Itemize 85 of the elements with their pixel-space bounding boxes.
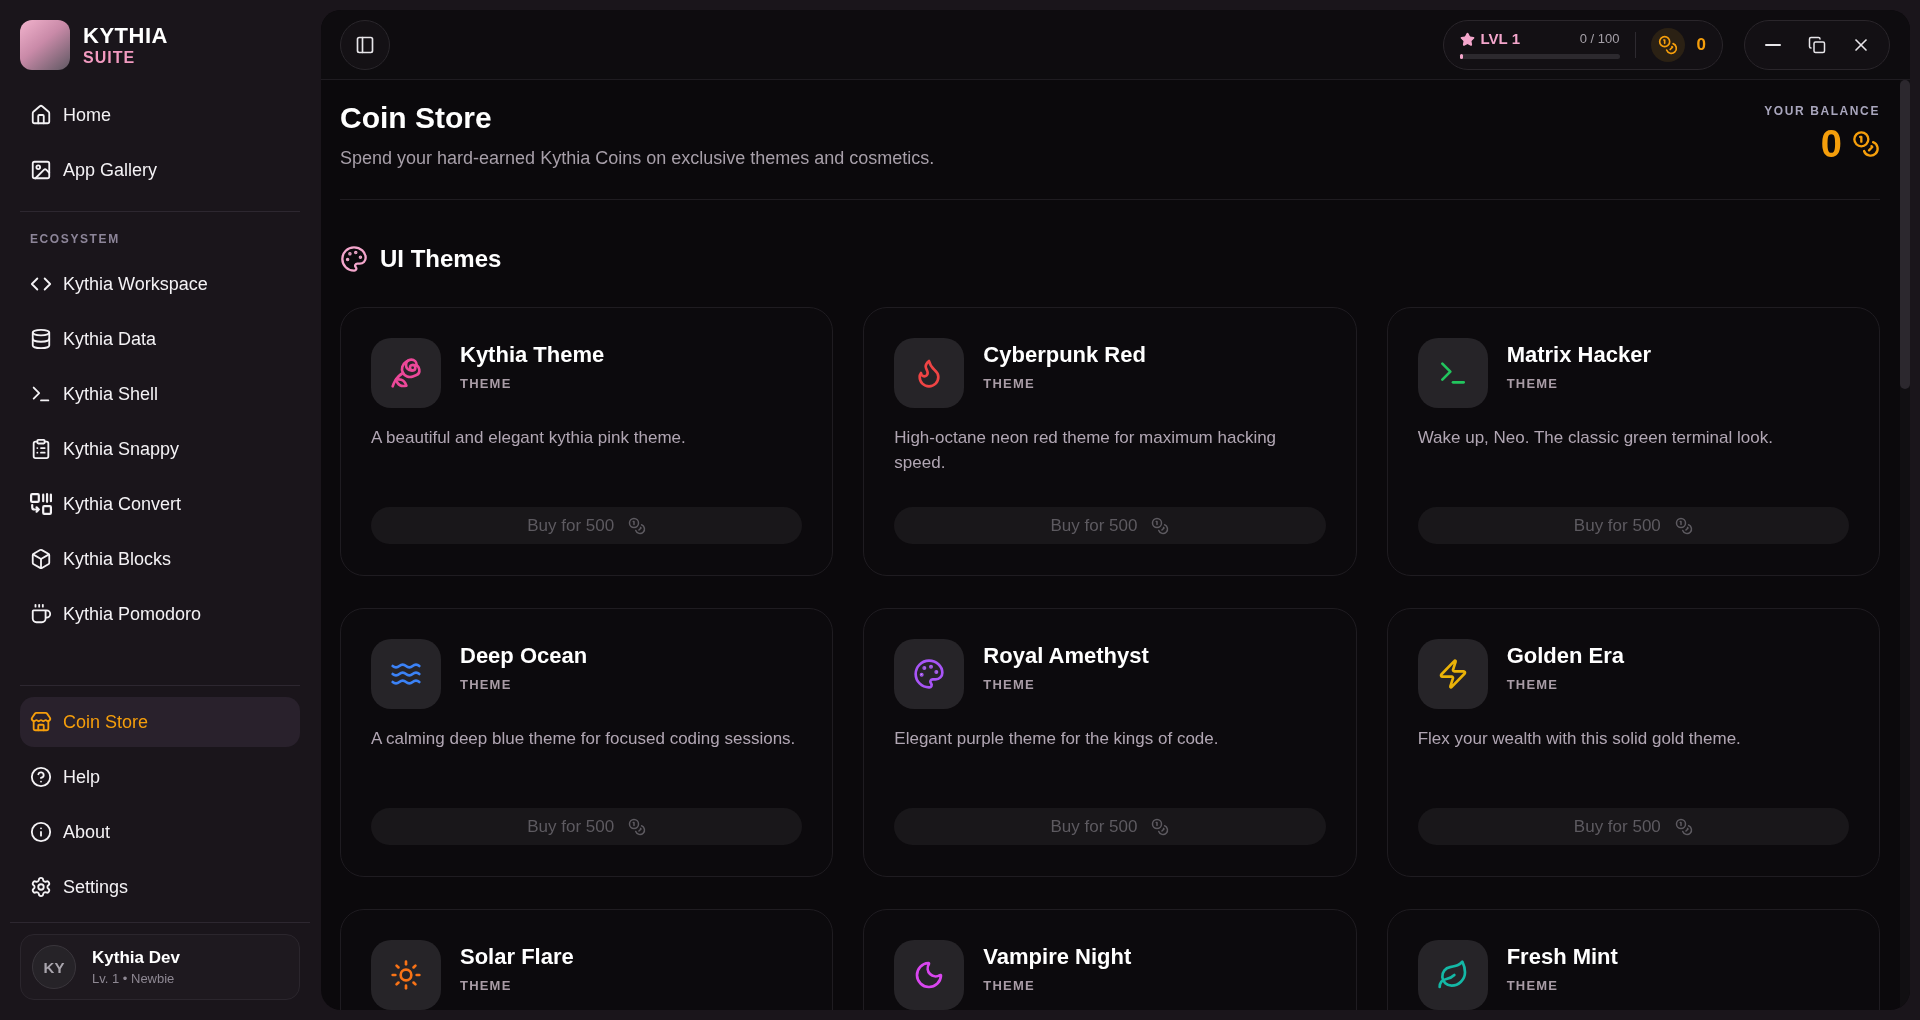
user-avatar: KY: [32, 945, 76, 989]
theme-description: Elegant purple theme for the kings of code.: [894, 728, 1220, 750]
coins-icon: [1674, 516, 1693, 535]
clipboard-icon: [30, 438, 52, 460]
user-name: Kythia Dev: [92, 947, 180, 968]
logo-picture-placeholder: [20, 20, 70, 70]
scrollbar-thumb[interactable]: [1900, 80, 1910, 389]
theme-name: Royal Amethyst: [983, 642, 1149, 670]
theme-type-label: THEME: [460, 677, 512, 693]
home-icon: [30, 104, 52, 126]
theme-description: High-octane neon red theme for maximum hacking speed.: [894, 427, 1278, 474]
page-title: Coin Store: [340, 100, 492, 136]
image-icon: [30, 159, 52, 181]
theme-description: A calming deep blue theme for focused coding sessions.: [371, 728, 797, 750]
sidebar-item[interactable]: Kythia Pomodoro: [20, 589, 300, 639]
brand-title: KYTHIA: [83, 24, 168, 47]
coins-icon: [628, 817, 647, 836]
sidebar-item[interactable]: Kythia Workspace: [20, 259, 300, 309]
sidebar-item[interactable]: Kythia Snappy: [20, 424, 300, 474]
xp-progress-text: 0 / 100: [1579, 31, 1620, 47]
coins-icon: [628, 516, 647, 535]
theme-type-label: THEME: [1506, 376, 1559, 392]
theme-name: Deep Ocean: [460, 642, 588, 670]
user-card[interactable]: KY Kythia Dev Lv. 1 • Newbie: [20, 934, 300, 1000]
panel-left-icon: [355, 34, 375, 55]
info-icon: [30, 821, 52, 843]
sidebar-item[interactable]: Settings: [20, 862, 300, 912]
lightning-icon: [1417, 639, 1488, 709]
sidebar-item[interactable]: About: [20, 807, 300, 857]
theme-type-label: THEME: [983, 677, 1035, 693]
page-subtitle: Spend your hard-earned Kythia Coins on exclusive themes and cosmetics.: [340, 147, 935, 170]
sidebar-item[interactable]: Coin Store: [20, 697, 300, 747]
balance-value: 0: [1820, 122, 1842, 166]
coins-icon: [1151, 817, 1170, 836]
restore-icon: [1808, 35, 1826, 54]
theme-description: Wake up, Neo. The classic green terminal look.: [1417, 427, 1774, 449]
level-label: LVL 1: [1480, 30, 1520, 48]
theme-type-label: THEME: [1506, 978, 1559, 994]
cube-icon: [30, 548, 52, 570]
section-label: ECOSYSTEM: [30, 231, 120, 248]
sidebar-toggle-button[interactable]: [340, 19, 390, 70]
minimize-icon: [1765, 43, 1781, 46]
theme-type-label: THEME: [460, 376, 512, 392]
sidebar-item[interactable]: Kythia Shell: [20, 369, 300, 419]
balance-label: YOUR BALANCE: [1764, 103, 1880, 119]
theme-name: Vampire Night: [983, 943, 1132, 971]
cup-icon: [30, 603, 52, 625]
terminal-icon: [1417, 338, 1488, 408]
theme-name: Kythia Theme: [460, 341, 605, 369]
sidebar-item[interactable]: Kythia Blocks: [20, 534, 300, 584]
theme-type-label: THEME: [1506, 677, 1559, 693]
star-icon: [1459, 31, 1475, 47]
theme-name: Solar Flare: [460, 943, 574, 971]
help-icon: [30, 766, 52, 788]
database-icon: [30, 328, 52, 350]
coins-icon: [1852, 130, 1880, 158]
theme-name: Fresh Mint: [1506, 943, 1618, 971]
theme-type-label: THEME: [983, 978, 1035, 994]
palette-icon: [894, 639, 965, 709]
squares-arrow-icon: [30, 493, 52, 515]
flame-icon: [894, 338, 965, 408]
theme-type-label: THEME: [983, 376, 1035, 392]
theme-name: Cyberpunk Red: [983, 341, 1146, 369]
palette-icon: [340, 245, 368, 273]
coins-icon: [1674, 817, 1693, 836]
theme-type-label: THEME: [460, 978, 512, 994]
sidebar-item[interactable]: Home: [20, 90, 300, 140]
settings-icon: [30, 876, 52, 898]
coins-icon: [1650, 27, 1685, 62]
coins-icon: [1151, 516, 1170, 535]
sidebar-item[interactable]: Help: [20, 752, 300, 802]
theme-name: Golden Era: [1506, 642, 1624, 670]
section-title: UI Themes: [380, 244, 502, 274]
sidebar-item[interactable]: Kythia Data: [20, 314, 300, 364]
brand-subtitle: SUITE: [83, 48, 136, 66]
sidebar-item[interactable]: App Gallery: [20, 145, 300, 195]
theme-description: A beautiful and elegant kythia pink theme.: [371, 427, 687, 449]
user-status: Lv. 1 • Newbie: [92, 970, 175, 987]
sidebar-item[interactable]: Kythia Convert: [20, 479, 300, 529]
rose-icon: [371, 338, 441, 408]
coin-count: 0: [1696, 34, 1706, 55]
theme-name: Matrix Hacker: [1506, 341, 1651, 369]
theme-description: Flex your wealth with this solid gold theme.: [1417, 728, 1742, 750]
store-icon: [30, 711, 52, 733]
waves-icon: [371, 639, 441, 709]
